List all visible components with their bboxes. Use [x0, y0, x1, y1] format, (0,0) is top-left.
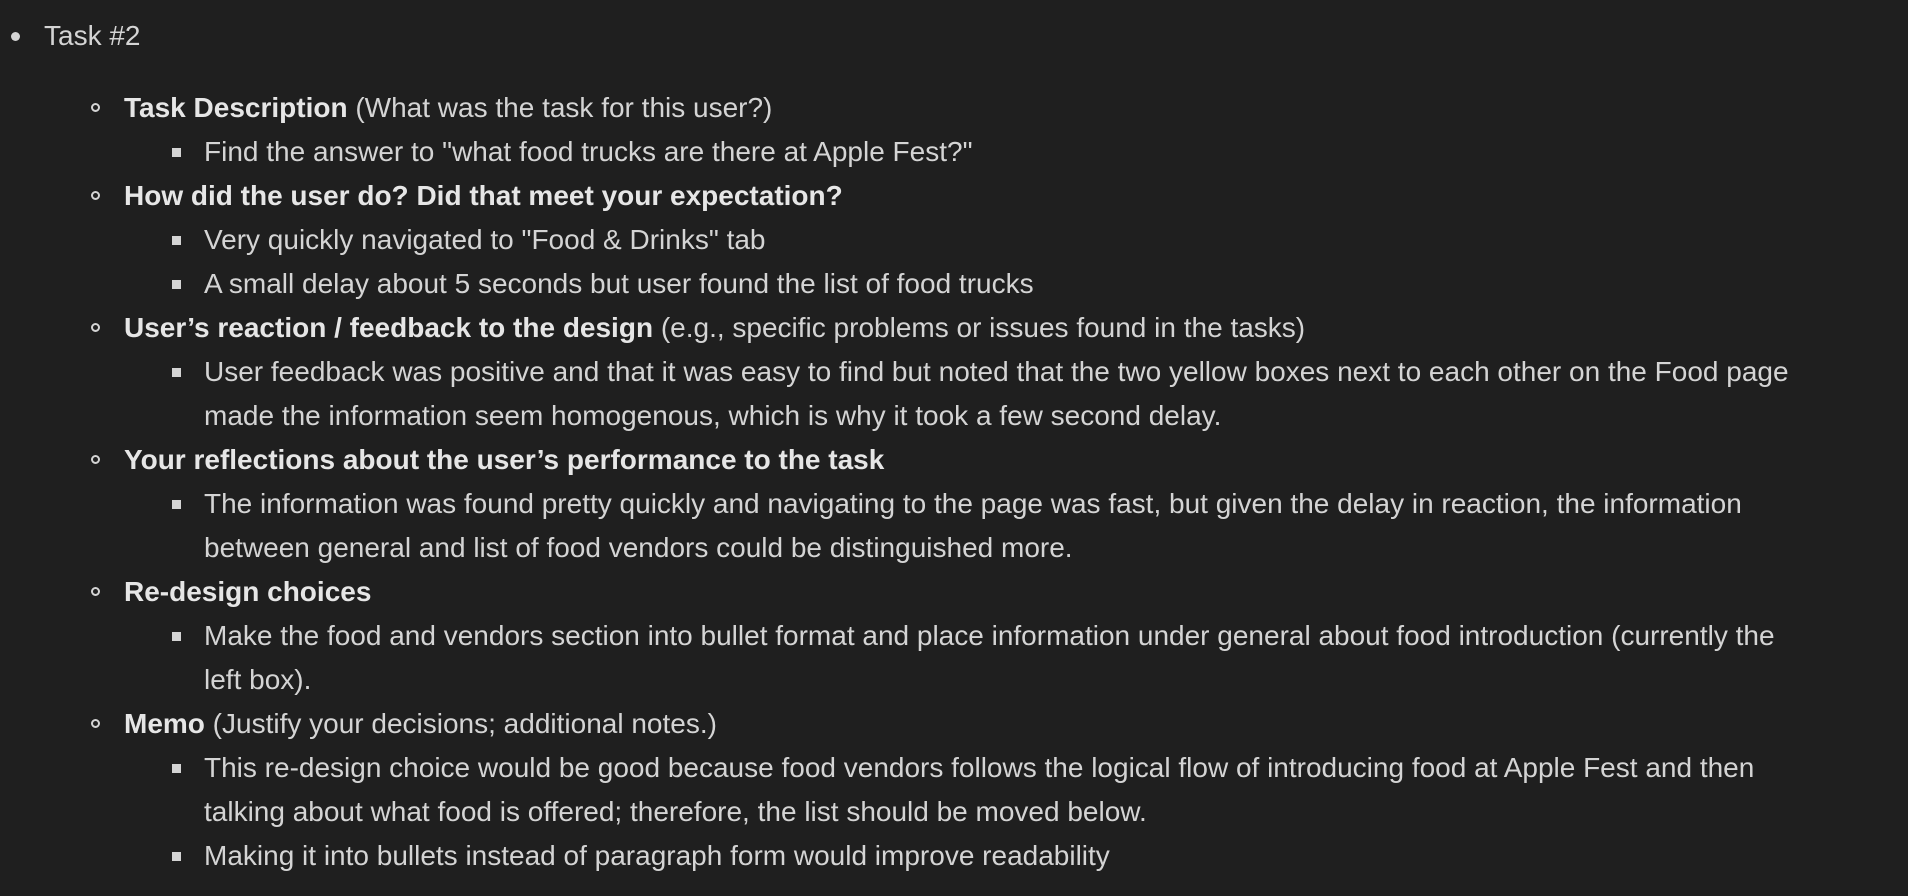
detail-list-item-continuation: between general and list of food vendors…: [0, 526, 1908, 570]
circle-bullet-icon: [91, 323, 100, 332]
circle-bullet-icon: [91, 455, 100, 464]
detail-list-item-continuation: talking about what food is offered; ther…: [0, 790, 1908, 834]
section-note: (Justify your decisions; additional note…: [204, 708, 717, 739]
detail-list-item: User feedback was positive and that it w…: [0, 350, 1908, 394]
detail-list-item: Make the food and vendors section into b…: [0, 614, 1908, 658]
circle-bullet-icon: [91, 719, 100, 728]
square-bullet-icon: [172, 148, 181, 157]
detail-list-item: Very quickly navigated to "Food & Drinks…: [0, 218, 1908, 262]
section-heading-row: Re-design choices: [0, 570, 1908, 614]
detail-text: The information was found pretty quickly…: [204, 488, 1742, 519]
detail-text: Making it into bullets instead of paragr…: [204, 840, 1110, 871]
detail-text: between general and list of food vendors…: [204, 532, 1073, 563]
detail-text: Find the answer to "what food trucks are…: [204, 136, 973, 167]
square-bullet-icon: [172, 852, 181, 861]
detail-list-item: This re-design choice would be good beca…: [0, 746, 1908, 790]
document: Task #2 Task Description (What was the t…: [0, 14, 1908, 878]
section-heading: User’s reaction / feedback to the design: [124, 312, 654, 343]
square-bullet-icon: [172, 764, 181, 773]
detail-text: left box).: [204, 664, 312, 695]
detail-text: User feedback was positive and that it w…: [204, 356, 1789, 387]
detail-list-item-continuation: made the information seem homogenous, wh…: [0, 394, 1908, 438]
detail-text: made the information seem homogenous, wh…: [204, 400, 1222, 431]
square-bullet-icon: [172, 368, 181, 377]
square-bullet-icon: [172, 236, 181, 245]
disc-bullet-icon: [11, 32, 20, 41]
circle-bullet-icon: [91, 103, 100, 112]
task-list-item: Task #2: [0, 14, 1908, 58]
section-note: (What was the task for this user?): [347, 92, 773, 123]
section-list: Task Description (What was the task for …: [0, 86, 1908, 878]
section-heading-row: How did the user do? Did that meet your …: [0, 174, 1908, 218]
detail-list-item: Find the answer to "what food trucks are…: [0, 130, 1908, 174]
detail-text: Very quickly navigated to "Food & Drinks…: [204, 224, 766, 255]
detail-text: This re-design choice would be good beca…: [204, 752, 1755, 783]
detail-list-item: Making it into bullets instead of paragr…: [0, 834, 1908, 878]
section-heading-row: Memo (Justify your decisions; additional…: [0, 702, 1908, 746]
section-heading-row: User’s reaction / feedback to the design…: [0, 306, 1908, 350]
circle-bullet-icon: [91, 191, 100, 200]
detail-text: Make the food and vendors section into b…: [204, 620, 1775, 651]
section-note: (e.g., specific problems or issues found…: [653, 312, 1306, 343]
square-bullet-icon: [172, 632, 181, 641]
section-heading: Memo: [124, 708, 205, 739]
detail-list-item: The information was found pretty quickly…: [0, 482, 1908, 526]
section-heading: Your reflections about the user’s perfor…: [124, 444, 885, 475]
section-heading: Re-design choices: [124, 576, 372, 607]
section-heading-row: Task Description (What was the task for …: [0, 86, 1908, 130]
section-heading: Task Description: [124, 92, 348, 123]
task-title: Task #2: [44, 20, 141, 51]
detail-list-item: A small delay about 5 seconds but user f…: [0, 262, 1908, 306]
circle-bullet-icon: [91, 587, 100, 596]
square-bullet-icon: [172, 280, 181, 289]
detail-text: A small delay about 5 seconds but user f…: [204, 268, 1034, 299]
section-heading: How did the user do? Did that meet your …: [124, 180, 843, 211]
detail-text: talking about what food is offered; ther…: [204, 796, 1147, 827]
square-bullet-icon: [172, 500, 181, 509]
detail-list-item-continuation: left box).: [0, 658, 1908, 702]
section-heading-row: Your reflections about the user’s perfor…: [0, 438, 1908, 482]
